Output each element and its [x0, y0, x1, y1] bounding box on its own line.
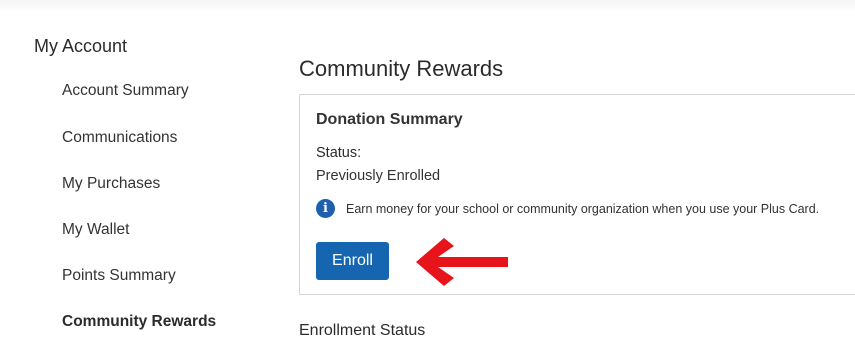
sidebar-item-account-summary[interactable]: Account Summary — [62, 82, 189, 100]
sidebar-item-my-wallet[interactable]: My Wallet — [62, 221, 129, 239]
page-title: Community Rewards — [299, 56, 504, 81]
sidebar-item-communications[interactable]: Communications — [62, 129, 177, 147]
info-message: i Earn money for your school or communit… — [316, 199, 819, 218]
red-arrow-annotation-icon — [416, 238, 508, 286]
info-text: Earn money for your school or community … — [346, 201, 820, 216]
sidebar-title: My Account — [34, 36, 128, 56]
status-label: Status: — [316, 145, 362, 161]
sidebar-item-my-purchases[interactable]: My Purchases — [62, 175, 160, 193]
info-circle-icon: i — [316, 199, 335, 218]
top-bar-shadow — [0, 0, 855, 12]
next-section-title: Enrollment Status — [299, 322, 426, 339]
enroll-button[interactable]: Enroll — [316, 242, 389, 280]
card-title: Donation Summary — [316, 111, 463, 128]
status-value: Previously Enrolled — [316, 168, 441, 184]
sidebar-item-points-summary[interactable]: Points Summary — [62, 267, 176, 285]
donation-summary-card: Donation Summary Status: Previously Enro… — [299, 94, 855, 295]
sidebar-item-community-rewards[interactable]: Community Rewards — [62, 313, 216, 331]
